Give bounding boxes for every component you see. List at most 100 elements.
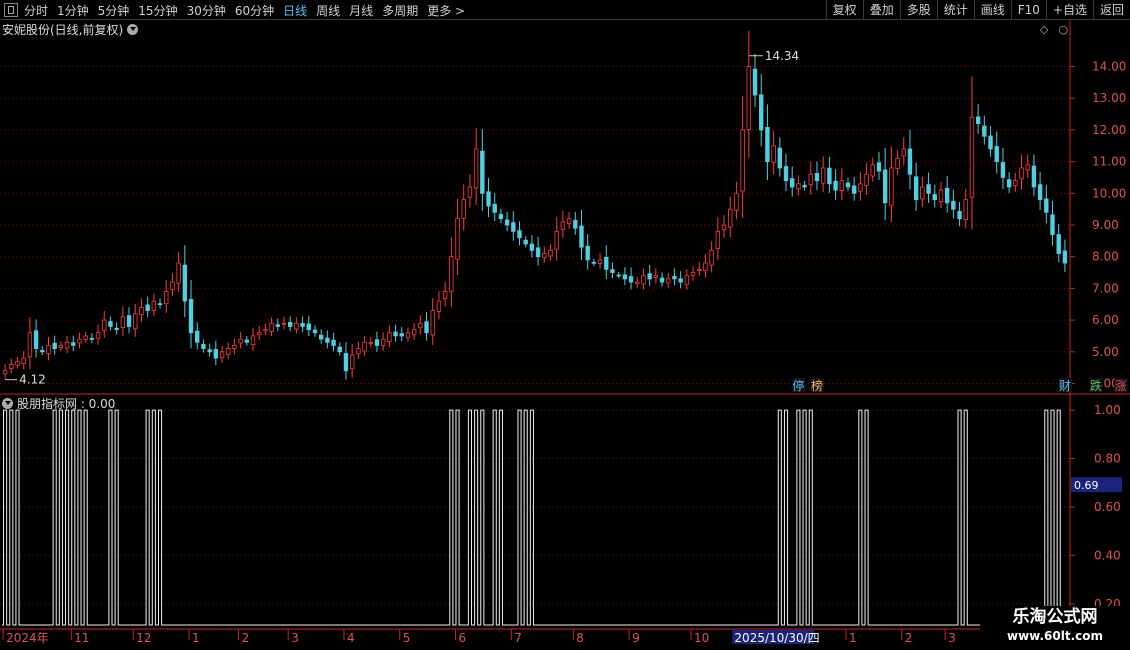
candle-body xyxy=(27,332,33,358)
candle-body xyxy=(963,199,968,221)
candle-body xyxy=(684,275,690,285)
candle-body xyxy=(331,339,336,346)
candle-body xyxy=(635,281,640,284)
candle-body xyxy=(783,166,789,182)
candle-body xyxy=(535,247,541,258)
price-tick-label: 7.00 xyxy=(1092,281,1119,295)
candle-body xyxy=(715,230,721,250)
candle-body xyxy=(374,339,380,346)
candle-body xyxy=(659,277,665,283)
candle-body xyxy=(83,335,88,340)
candle-body xyxy=(765,127,770,163)
candle-body xyxy=(1013,180,1018,186)
candle-body xyxy=(591,261,597,264)
candle-body xyxy=(126,315,132,327)
indicator-signal-line xyxy=(2,409,1068,626)
candle-body xyxy=(480,150,485,194)
candle-body xyxy=(176,262,181,284)
candle-body xyxy=(1025,164,1030,171)
time-axis-label: 2024年 xyxy=(6,631,49,645)
candle-body xyxy=(573,219,578,229)
candle-body xyxy=(257,332,262,335)
candle-body xyxy=(641,275,646,285)
candle-body xyxy=(250,335,256,345)
candle-body xyxy=(337,346,342,353)
time-axis-label: 8 xyxy=(576,631,584,645)
candle-body xyxy=(697,268,702,271)
candle-body xyxy=(312,329,318,334)
candle-body xyxy=(281,322,287,325)
candle-body xyxy=(932,194,937,201)
candle-body xyxy=(511,222,516,232)
event-badge: 财 xyxy=(1059,379,1071,393)
price-tick-label: 6.00 xyxy=(1092,313,1119,327)
price-tick-label: 12.00 xyxy=(1092,123,1126,137)
candle-body xyxy=(820,167,826,184)
candle-body xyxy=(387,332,392,343)
candle-body xyxy=(988,135,993,150)
kline-chart[interactable]: 4.005.006.007.008.009.0010.0011.0012.001… xyxy=(0,0,1130,650)
candle-body xyxy=(796,183,801,190)
candle-body xyxy=(486,191,491,207)
candle-body xyxy=(560,221,566,230)
time-axis-label: 1 xyxy=(849,631,857,645)
candle-body xyxy=(58,345,64,349)
candle-body xyxy=(579,225,584,248)
candle-body xyxy=(895,158,900,169)
candle-body xyxy=(349,354,355,370)
candle-body xyxy=(46,345,51,354)
candle-body xyxy=(157,303,163,306)
candle-body xyxy=(678,278,683,283)
candle-body xyxy=(944,187,950,204)
time-axis-label: 1 xyxy=(192,631,200,645)
candle-body xyxy=(151,300,157,311)
indicator-tick-label: 0.60 xyxy=(1094,500,1121,514)
candle-body xyxy=(647,273,652,280)
time-axis-label: 9 xyxy=(632,631,640,645)
candle-body xyxy=(473,148,479,189)
candle-body xyxy=(864,173,869,186)
candle-body xyxy=(95,332,101,339)
candle-body xyxy=(455,218,460,260)
time-axis-label: 4 xyxy=(347,631,355,645)
candle-body xyxy=(554,230,559,250)
watermark-line1: 乐淘公式网 xyxy=(1012,607,1098,627)
candle-body xyxy=(182,264,188,302)
candle-body xyxy=(845,182,851,188)
candle-body xyxy=(1000,162,1006,178)
current-date-label: 2025/10/30/四 xyxy=(734,631,819,645)
candle-body xyxy=(201,344,206,350)
candle-body xyxy=(1006,179,1012,188)
candle-body xyxy=(504,219,510,226)
candle-body xyxy=(721,224,727,231)
price-tick-label: 8.00 xyxy=(1092,250,1119,264)
indicator-value-marker-label: 0.69 xyxy=(1074,479,1099,492)
candle-body xyxy=(411,329,417,336)
candle-body xyxy=(442,291,448,300)
candle-body xyxy=(52,342,57,350)
candle-body xyxy=(597,259,603,264)
candle-body xyxy=(343,353,349,372)
candle-body xyxy=(1062,250,1068,264)
candle-body xyxy=(120,316,126,329)
candle-body xyxy=(238,338,243,344)
candle-body xyxy=(926,184,931,194)
time-axis-label: 10 xyxy=(694,631,709,645)
indicator-tick-label: 0.40 xyxy=(1094,548,1121,562)
candle-body xyxy=(523,239,528,245)
time-axis-label: 7 xyxy=(514,631,522,645)
event-badge: 涨 xyxy=(1115,378,1127,393)
candle-body xyxy=(839,180,844,191)
candle-body xyxy=(517,230,522,239)
candle-body xyxy=(1056,234,1061,254)
candle-body xyxy=(393,331,398,337)
price-tick-label: 9.00 xyxy=(1092,218,1119,232)
candle-body xyxy=(907,148,913,175)
candle-body xyxy=(170,281,175,290)
candle-body xyxy=(777,147,783,169)
candle-body xyxy=(318,334,324,340)
candle-body xyxy=(901,148,906,157)
candle-body xyxy=(709,249,714,266)
indicator-tick-label: 1.00 xyxy=(1094,403,1121,417)
event-badge: 榜 xyxy=(811,378,823,393)
